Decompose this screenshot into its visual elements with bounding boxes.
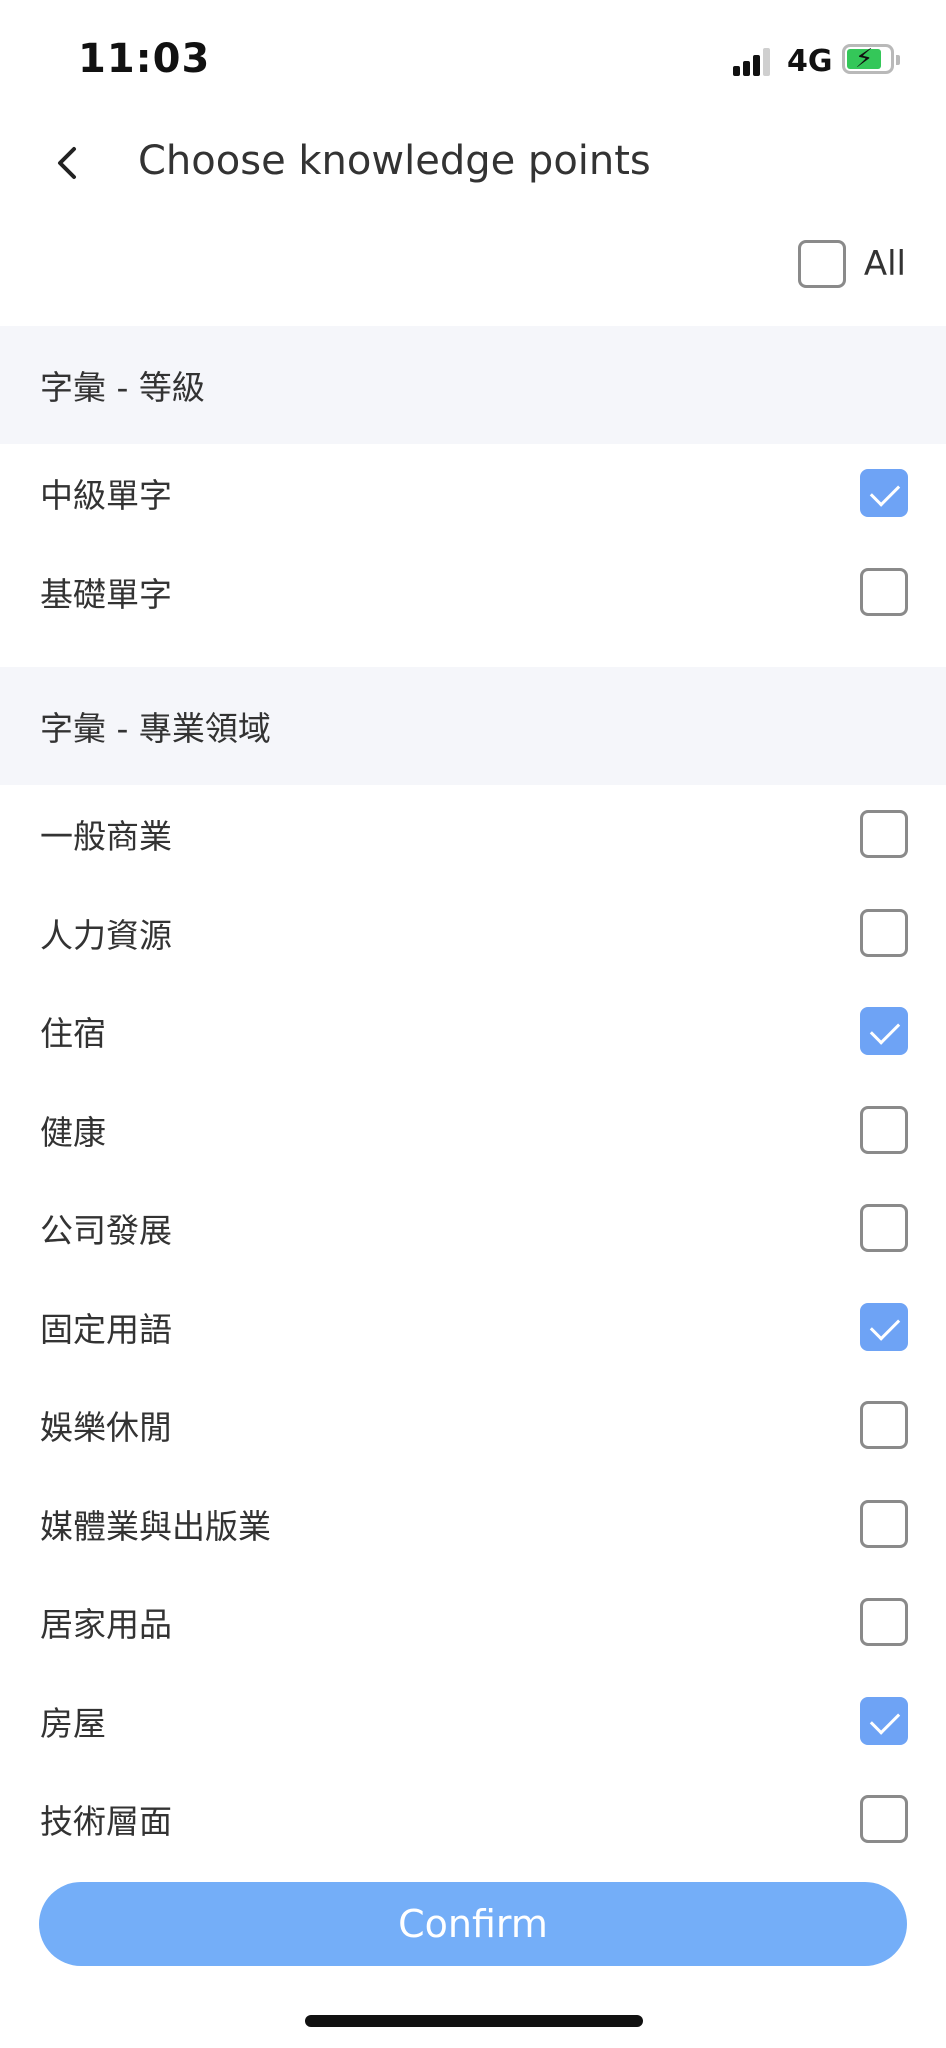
list-item[interactable]: 技術層面	[0, 1770, 946, 1869]
list-item[interactable]: 基礎單字	[0, 543, 946, 642]
list-item-label: 一般商業	[40, 817, 172, 857]
list-item-label: 娛樂休閒	[40, 1408, 172, 1448]
status-time: 11:03	[78, 36, 211, 82]
section-header: 字彙 - 專業領域	[0, 667, 946, 785]
checkbox-checked[interactable]	[860, 1696, 908, 1745]
list-item[interactable]: 公司發展	[0, 1179, 946, 1278]
nav-header: Choose knowledge points	[0, 120, 946, 210]
checkbox-unchecked[interactable]	[860, 567, 908, 616]
list-item[interactable]: 健康	[0, 1081, 946, 1180]
home-indicator	[305, 2015, 643, 2027]
list-item[interactable]: 住宿	[0, 982, 946, 1081]
checkbox-checked[interactable]	[860, 1007, 908, 1056]
signal-icon	[733, 46, 773, 76]
list-item-label: 健康	[40, 1112, 106, 1152]
section-header: 字彙 - 等級	[0, 326, 946, 444]
list-item-label: 固定用語	[40, 1309, 172, 1349]
list-item-label: 住宿	[40, 1014, 106, 1054]
list-item[interactable]: 娛樂休閒	[0, 1376, 946, 1475]
list-item-label: 人力資源	[40, 915, 172, 955]
list-item[interactable]: 媒體業與出版業	[0, 1475, 946, 1574]
list-item-label: 技術層面	[40, 1802, 172, 1842]
checkbox-checked[interactable]	[860, 469, 908, 518]
list-item-label: 基礎單字	[40, 574, 172, 614]
list-item-label: 媒體業與出版業	[40, 1506, 271, 1546]
list-item[interactable]: 房屋	[0, 1672, 946, 1771]
checkbox-checked[interactable]	[860, 1302, 908, 1351]
checkbox-unchecked[interactable]	[860, 1204, 908, 1253]
checkbox-unchecked[interactable]	[860, 1401, 908, 1450]
list-item-label: 居家用品	[40, 1605, 172, 1645]
list-item[interactable]: 人力資源	[0, 884, 946, 983]
select-all-label: All	[863, 244, 906, 284]
page-title: Choose knowledge points	[138, 138, 651, 184]
network-label: 4G	[787, 44, 833, 79]
checkbox-unchecked[interactable]	[860, 1598, 908, 1647]
list-item[interactable]: 居家用品	[0, 1573, 946, 1672]
list-item[interactable]: 一般商業	[0, 785, 946, 884]
checkbox-unchecked[interactable]	[860, 1105, 908, 1154]
list-item[interactable]: 固定用語	[0, 1278, 946, 1377]
chevron-left-icon[interactable]	[44, 138, 94, 188]
checkbox-unchecked[interactable]	[860, 908, 908, 957]
list-item-label: 房屋	[40, 1703, 106, 1743]
checkbox-unchecked[interactable]	[860, 810, 908, 859]
checkbox-unchecked[interactable]	[860, 1795, 908, 1844]
list-item[interactable]: 中級單字	[0, 444, 946, 543]
status-bar: 11:03 4G ⚡	[0, 0, 946, 120]
checkbox-unchecked[interactable]	[860, 1499, 908, 1548]
battery-charging-icon: ⚡	[842, 44, 900, 74]
confirm-button[interactable]: Confirm	[39, 1882, 907, 1966]
select-all-row[interactable]: All	[797, 236, 906, 292]
knowledge-point-list: 字彙 - 等級中級單字基礎單字字彙 - 專業領域一般商業人力資源住宿健康公司發展…	[0, 326, 946, 1869]
select-all-checkbox[interactable]	[797, 240, 846, 288]
list-item-label: 中級單字	[40, 476, 172, 516]
screen: 11:03 4G ⚡ Choose knowledge points All 字…	[0, 0, 946, 2048]
list-item-label: 公司發展	[40, 1211, 172, 1251]
